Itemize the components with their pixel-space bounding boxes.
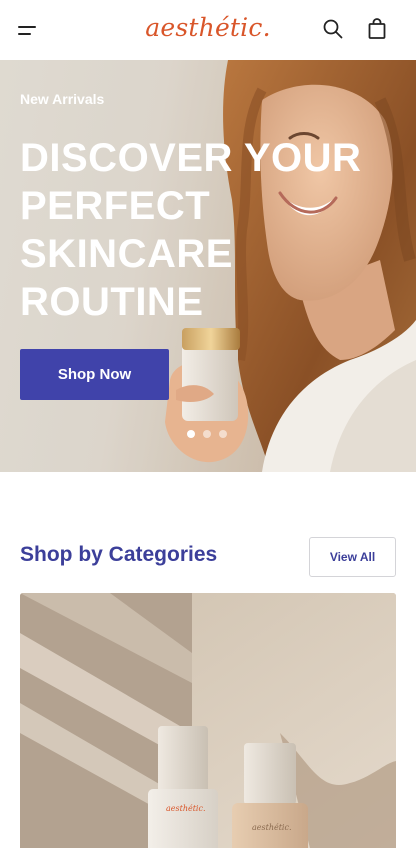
shop-now-button[interactable]: Shop Now — [20, 349, 169, 400]
bottle-brand-label-1: aesthétic. — [166, 804, 206, 813]
bottle-brand-label-2: aesthétic. — [252, 823, 292, 832]
shopping-bag-icon[interactable] — [365, 17, 389, 41]
brand-logo[interactable]: aesthétic. — [0, 13, 416, 42]
view-all-button[interactable]: View All — [309, 537, 396, 577]
carousel-dot-3[interactable] — [219, 430, 227, 438]
category-card[interactable]: aesthétic. aesthétic. — [20, 593, 396, 848]
carousel-dot-1[interactable] — [187, 430, 195, 438]
carousel-dots — [187, 430, 227, 438]
categories-title: Shop by Categories — [20, 543, 218, 566]
hero-banner: New Arrivals DISCOVER YOUR PERFECT SKINC… — [0, 60, 416, 472]
search-icon[interactable] — [321, 17, 345, 41]
carousel-dot-2[interactable] — [203, 430, 211, 438]
category-image — [20, 593, 396, 848]
hero-eyebrow: New Arrivals — [20, 91, 105, 107]
hero-title: DISCOVER YOUR PERFECT SKINCARE ROUTINE — [20, 136, 362, 324]
app-header: aesthétic. — [0, 0, 416, 60]
